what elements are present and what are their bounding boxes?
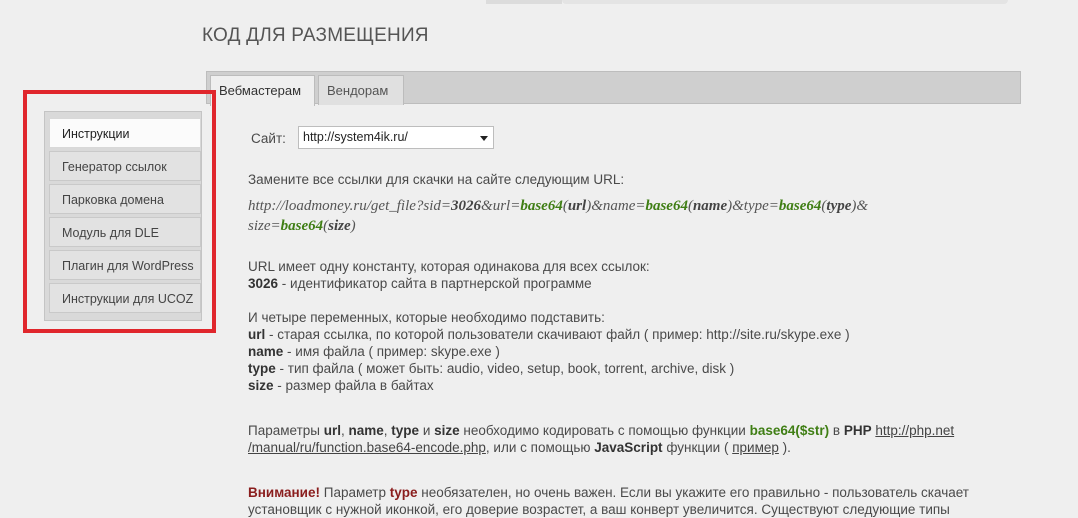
site-label: Сайт: [251,131,286,146]
params-text: Параметры url, name, type и size необход… [248,423,955,455]
sidebar-item-link-generator[interactable]: Генератор ссылок [49,151,201,181]
vars-intro: И четыре переменных, которые необходимо … [248,310,605,325]
site-select-value: http://system4ik.ru/ [303,130,408,144]
var-size: size - размер файла в байтах [248,378,434,393]
constant-intro: URL имеет одну константу, которая одинак… [248,259,650,274]
var-name: name - имя файла ( пример: skype.exe ) [248,344,500,359]
site-row: Сайт: http://system4ik.ru/ [248,126,1028,150]
example-link[interactable]: пример [732,440,779,455]
chevron-down-icon [480,136,488,141]
top-bar [562,0,1008,4]
site-select[interactable]: http://system4ik.ru/ [298,126,494,149]
top-scrollbar-thumb [486,0,562,4]
sidebar-menu: Инструкции Генератор ссылок Парковка дом… [44,111,202,321]
sidebar-item-domain-parking[interactable]: Парковка домена [49,184,201,214]
var-url: url - старая ссылка, по которой пользова… [248,327,850,342]
sidebar-item-ucoz-instructions[interactable]: Инструкции для UCOZ [49,283,201,313]
main-content: Сайт: http://system4ik.ru/ Замените все … [248,126,1028,518]
tab-webmasters[interactable]: Вебмастерам [210,75,315,106]
sidebar-item-dle-module[interactable]: Модуль для DLE [49,217,201,247]
var-type: type - тип файла ( может быть: audio, vi… [248,361,735,376]
warning-text: Внимание! Параметр type необязателен, но… [248,485,969,517]
intro-text: Замените все ссылки для скачки на сайте … [248,172,625,187]
tab-vendors[interactable]: Вендорам [318,75,404,105]
constant-line: 3026 - идентификатор сайта в партнерской… [248,276,592,291]
sidebar-item-instructions[interactable]: Инструкции [49,118,201,148]
url-template: http://loadmoney.ru/get_file?sid=3026&ur… [248,198,869,234]
page-title: КОД ДЛЯ РАЗМЕЩЕНИЯ [202,25,429,46]
tabs-bar: Вебмастерам Вендорам [206,71,1021,106]
sidebar-item-wordpress-plugin[interactable]: Плагин для WordPress [49,250,201,280]
